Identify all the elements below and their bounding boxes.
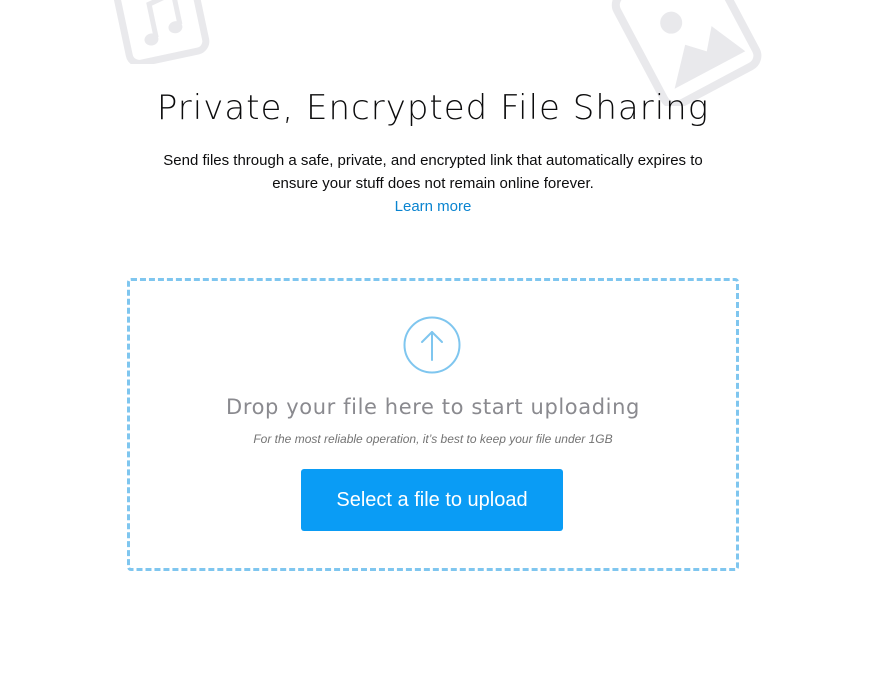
- drop-instruction: Drop your file here to start uploading: [226, 395, 640, 419]
- page-title: Private, Encrypted File Sharing: [156, 88, 710, 128]
- learn-more-link[interactable]: Learn more: [0, 195, 866, 218]
- upload-arrow-icon: [403, 316, 461, 374]
- upload-page: Private, Encrypted File Sharing Send fil…: [0, 0, 875, 692]
- page-description: Send files through a safe, private, and …: [163, 152, 703, 192]
- select-file-button[interactable]: Select a file to upload: [301, 469, 563, 531]
- file-size-hint: For the most reliable operation, it’s be…: [253, 432, 613, 446]
- music-file-icon: [112, 0, 210, 64]
